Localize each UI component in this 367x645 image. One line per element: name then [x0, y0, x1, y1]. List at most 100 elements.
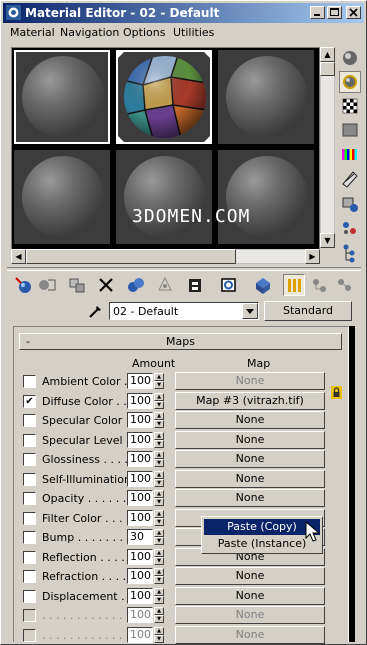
sample-type-button[interactable] [339, 47, 361, 69]
map-amount-spinner[interactable]: ▲ ▼ [154, 568, 164, 584]
make-unique-button[interactable] [125, 274, 147, 296]
horizontal-scrollbar[interactable]: ◀ ▶ [11, 249, 320, 264]
lock-icon[interactable] [331, 386, 342, 399]
scroll-right-arrow-icon[interactable]: ▶ [305, 249, 320, 264]
reset-map-button[interactable] [95, 274, 117, 296]
map-slot-button[interactable]: None [175, 469, 325, 488]
map-amount-field[interactable]: 100 [127, 548, 153, 565]
map-slot-button[interactable]: None [175, 372, 325, 390]
map-enable-checkbox[interactable] [23, 414, 36, 427]
options-button[interactable] [339, 193, 361, 215]
map-amount-field[interactable]: 100 [127, 373, 153, 389]
go-to-parent-button[interactable] [283, 274, 305, 296]
horizontal-scroll-thumb[interactable] [26, 249, 236, 264]
background-button[interactable] [339, 95, 361, 117]
map-amount-field[interactable]: 100 [127, 568, 153, 584]
map-enable-checkbox[interactable] [23, 550, 36, 564]
minimize-button[interactable] [310, 6, 325, 19]
map-amount-spinner[interactable]: ▲ ▼ [154, 587, 164, 604]
map-enable-checkbox[interactable] [23, 531, 36, 544]
sample-slot-2-active[interactable] [116, 50, 212, 144]
map-amount-spinner[interactable]: ▲ ▼ [154, 509, 164, 526]
video-color-check-button[interactable] [339, 144, 361, 166]
close-button[interactable] [346, 6, 361, 19]
map-amount-spinner[interactable]: ▲ ▼ [154, 412, 164, 428]
map-slot-button[interactable]: None [175, 411, 325, 429]
maximize-button[interactable] [327, 6, 342, 19]
map-amount-field[interactable]: 100 [127, 587, 153, 604]
map-slot-button[interactable]: None [175, 430, 325, 449]
show-end-result-button[interactable] [252, 274, 274, 296]
assign-to-selection-button[interactable] [66, 274, 88, 296]
material-name-dropdown[interactable] [242, 303, 258, 319]
map-amount-field[interactable]: 30 [127, 529, 153, 545]
select-by-material-button[interactable] [339, 217, 361, 239]
map-slot-button[interactable]: None [175, 567, 325, 585]
map-amount-field[interactable]: 100 [127, 626, 153, 643]
map-amount-field[interactable]: 100 [127, 431, 153, 448]
map-enable-checkbox[interactable] [23, 511, 36, 525]
map-amount-spinner[interactable]: ▲ ▼ [154, 431, 164, 448]
map-amount-spinner[interactable]: ▲ ▼ [154, 607, 164, 623]
vertical-scrollbar[interactable]: ▲ ▼ [320, 47, 335, 248]
map-amount-spinner[interactable]: ▲ ▼ [154, 626, 164, 643]
show-map-in-viewport-button[interactable] [218, 274, 240, 296]
sample-slot-1[interactable] [14, 50, 110, 144]
map-amount-spinner[interactable]: ▲ ▼ [154, 490, 164, 506]
map-amount-spinner[interactable]: ▲ ▼ [154, 392, 164, 409]
map-amount-spinner[interactable]: ▲ ▼ [154, 451, 164, 467]
scroll-down-arrow-icon[interactable]: ▼ [320, 233, 335, 248]
backlight-button[interactable] [339, 71, 361, 93]
map-slot-button[interactable]: None [175, 625, 325, 644]
map-enable-checkbox[interactable] [23, 570, 36, 583]
material-type-button[interactable]: Standard [264, 301, 352, 321]
menu-item-paste-copy[interactable]: Paste (Copy) [204, 519, 320, 535]
maps-rollout-header[interactable]: - Maps [19, 333, 342, 350]
vertical-scroll-thumb[interactable] [320, 62, 335, 76]
put-to-library-button[interactable] [154, 274, 176, 296]
map-enable-checkbox[interactable] [23, 589, 36, 603]
sample-slot-5[interactable] [116, 150, 212, 244]
material-name-field[interactable]: 02 - Default [109, 302, 259, 320]
map-enable-checkbox[interactable] [23, 375, 36, 388]
make-preview-button[interactable] [339, 168, 361, 190]
go-to-sibling-button[interactable] [333, 274, 355, 296]
map-amount-field[interactable]: 100 [127, 470, 153, 487]
map-slot-button[interactable]: None [175, 606, 325, 624]
map-enable-checkbox[interactable] [23, 628, 36, 642]
map-amount-spinner[interactable]: ▲ ▼ [154, 548, 164, 565]
map-slot-button[interactable]: None [175, 450, 325, 468]
map-amount-field[interactable]: 100 [127, 509, 153, 526]
map-amount-field[interactable]: 100 [127, 412, 153, 428]
material-map-navigator-button[interactable] [339, 241, 361, 263]
title-bar[interactable]: Material Editor - 02 - Default [3, 3, 364, 23]
map-amount-spinner[interactable]: ▲ ▼ [154, 373, 164, 389]
map-amount-spinner[interactable]: ▲ ▼ [154, 529, 164, 545]
map-slot-button[interactable]: None [175, 586, 325, 605]
map-amount-field[interactable]: 100 [127, 607, 153, 623]
map-enable-checkbox[interactable]: ✔ [23, 394, 36, 408]
menu-material[interactable]: Material [10, 26, 55, 39]
map-amount-field[interactable]: 100 [127, 392, 153, 409]
map-enable-checkbox[interactable] [23, 453, 36, 466]
map-enable-checkbox[interactable] [23, 472, 36, 486]
map-amount-field[interactable]: 100 [127, 490, 153, 506]
menu-utilities[interactable]: Utilities [173, 26, 214, 39]
map-amount-field[interactable]: 100 [127, 451, 153, 467]
map-slot-button[interactable]: Map #3 (vitrazh.tif) [175, 391, 325, 410]
scroll-up-arrow-icon[interactable]: ▲ [320, 47, 335, 62]
map-enable-checkbox[interactable] [23, 433, 36, 447]
sample-slot-4[interactable] [14, 150, 110, 244]
pick-material-from-object-icon[interactable] [87, 303, 103, 319]
sample-slot-3[interactable] [218, 50, 314, 144]
material-effects-channel-button[interactable] [184, 274, 206, 296]
put-to-scene-button[interactable] [36, 274, 58, 296]
menu-options[interactable]: Options [123, 26, 165, 39]
sample-uv-tiling-button[interactable] [339, 119, 361, 141]
map-slot-button[interactable]: None [175, 489, 325, 507]
panel-scrollbar[interactable] [349, 326, 355, 642]
map-amount-spinner[interactable]: ▲ ▼ [154, 470, 164, 487]
go-forward-to-sibling-button[interactable] [308, 274, 330, 296]
get-material-button[interactable] [13, 274, 35, 296]
map-enable-checkbox[interactable] [23, 492, 36, 505]
